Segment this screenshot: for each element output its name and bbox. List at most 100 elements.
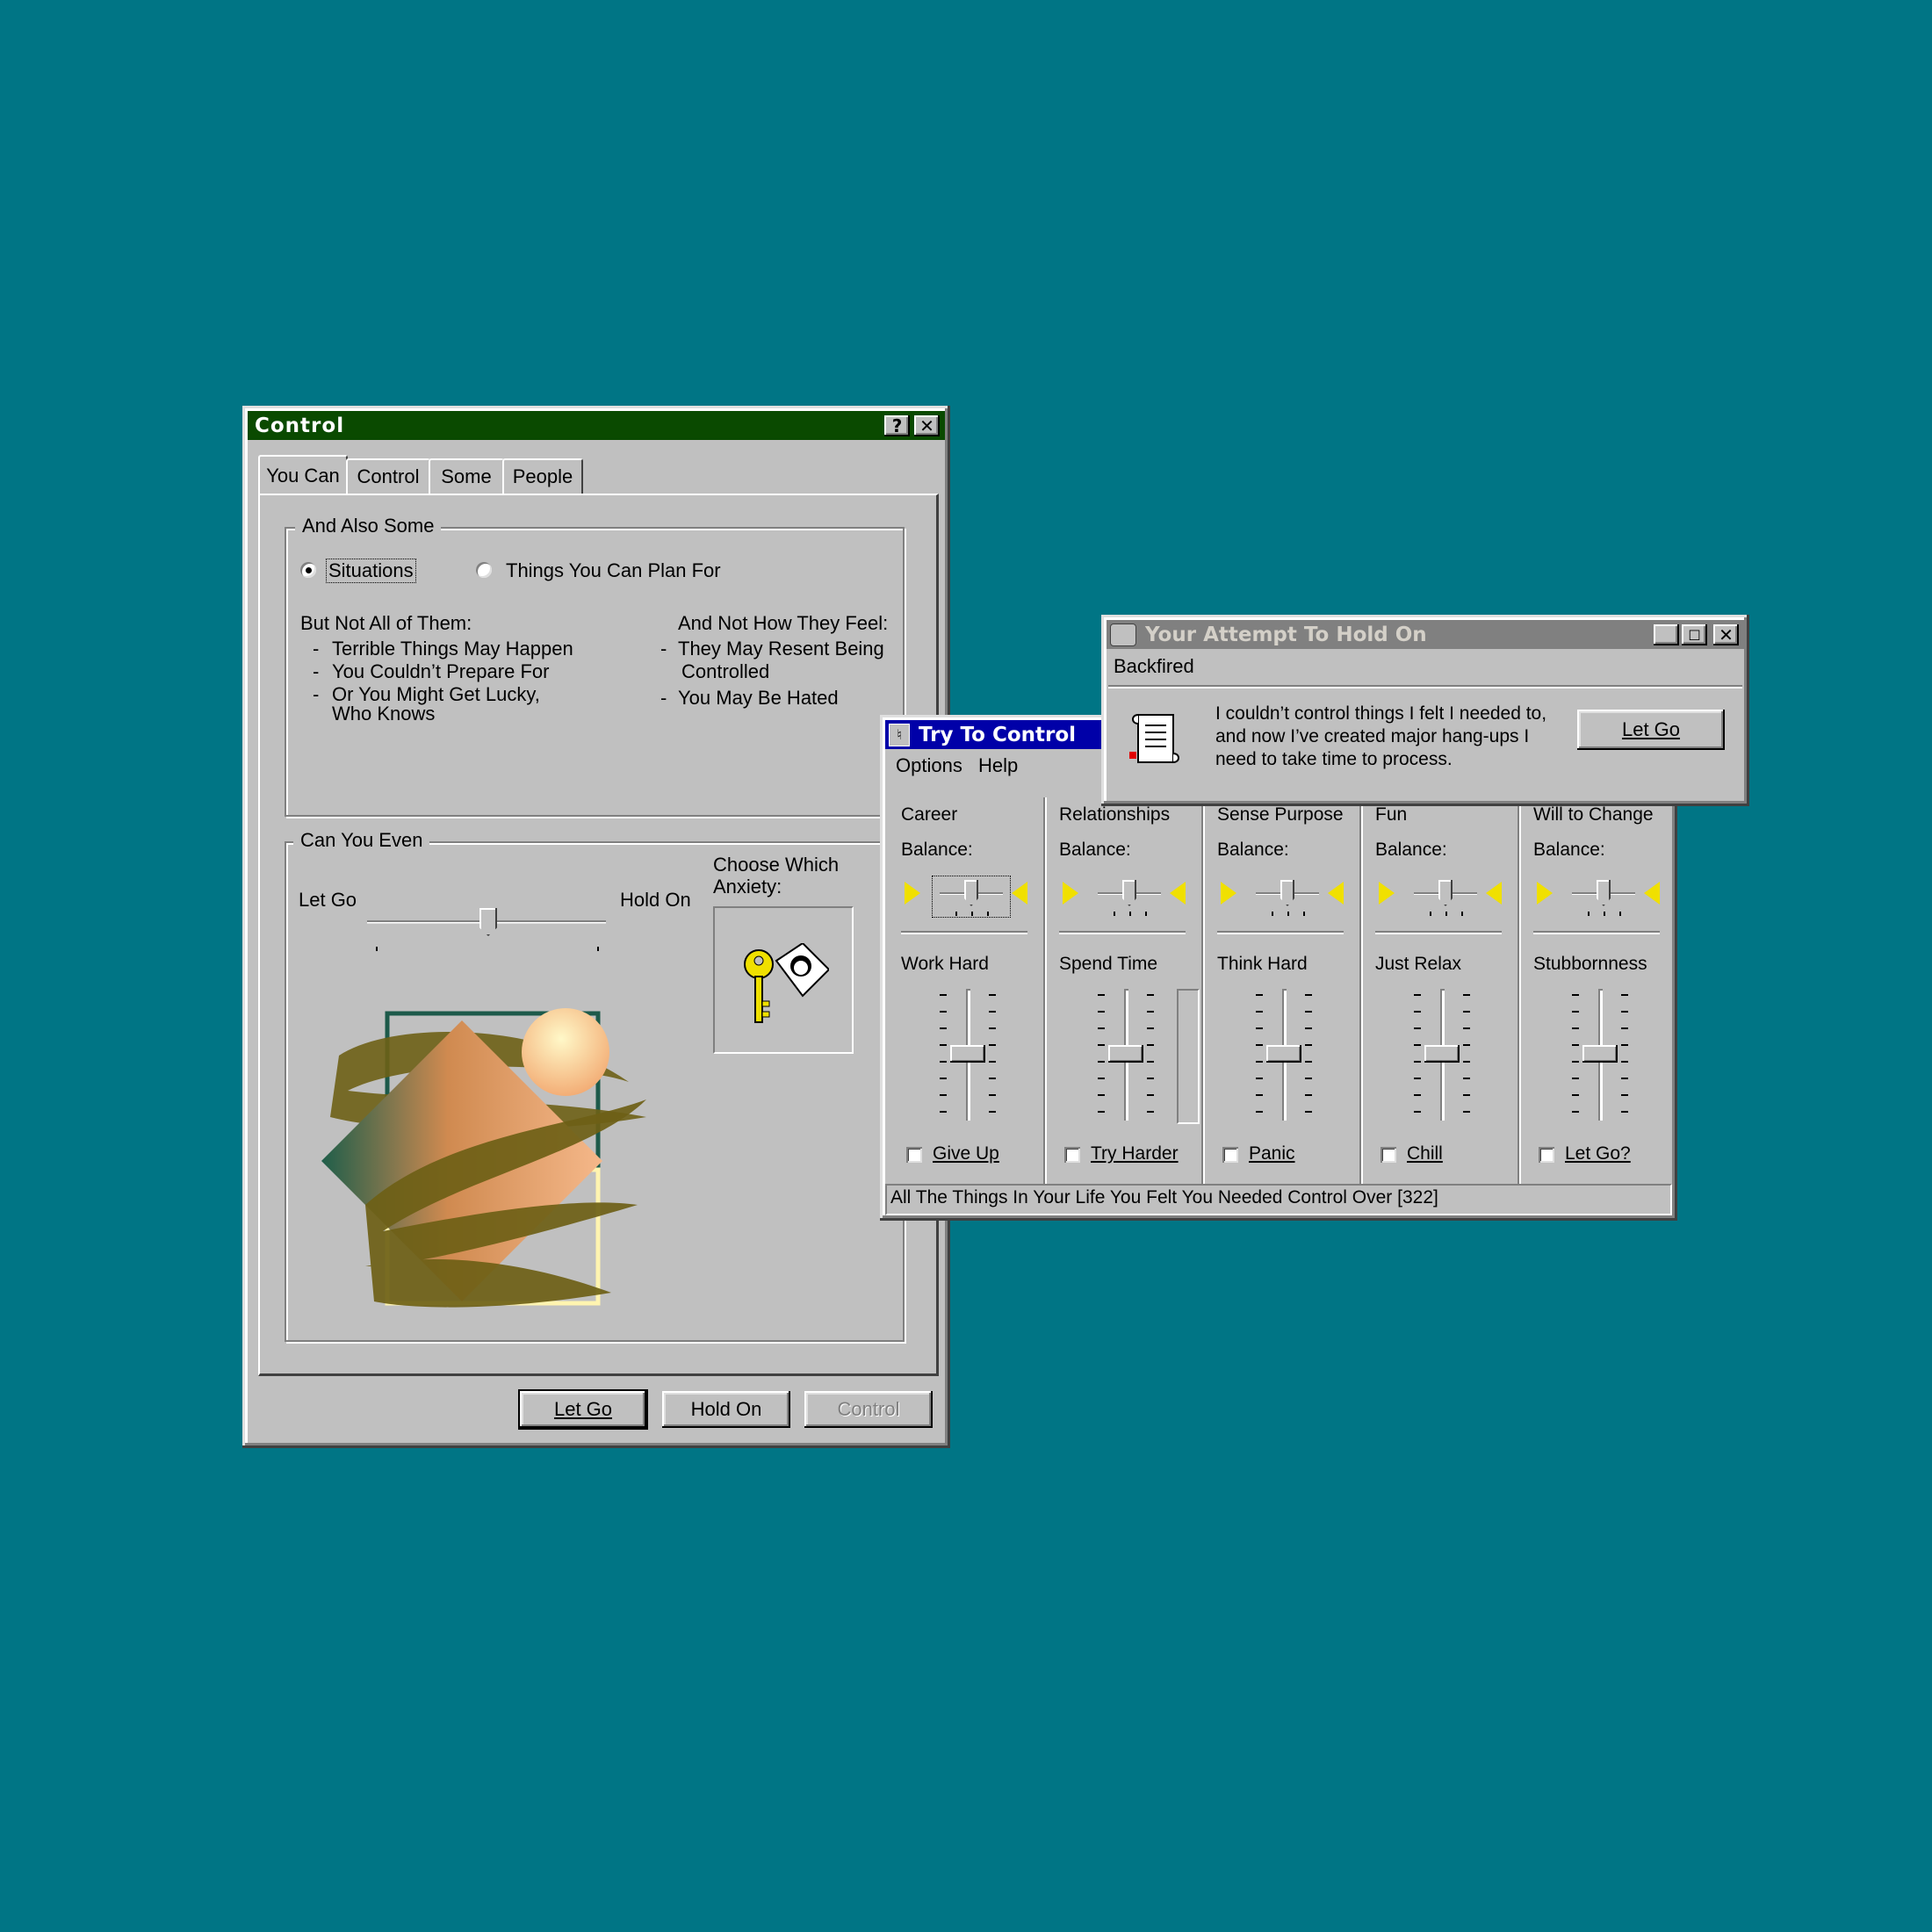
tab-some[interactable]: Some [429, 458, 504, 494]
radio-plan-for-label[interactable]: Things You Can Plan For [506, 559, 721, 582]
maximize-button[interactable]: ☐ [1682, 624, 1707, 645]
volume-tick [1147, 994, 1154, 996]
volume-tick [1572, 1061, 1579, 1063]
balance-slider[interactable] [1407, 876, 1484, 917]
volume-tick [1463, 994, 1470, 996]
radio-plan-for[interactable] [476, 562, 492, 578]
balance-thumb[interactable] [1597, 880, 1611, 906]
tab-control[interactable]: Control [346, 458, 430, 494]
group2-legend: Can You Even [293, 829, 430, 852]
volume-thumb[interactable] [1266, 1045, 1301, 1063]
balance-slider[interactable] [932, 876, 1011, 918]
speaker-right-icon [1170, 882, 1186, 905]
column-checkbox[interactable] [1064, 1147, 1080, 1163]
volume-slider[interactable] [1084, 989, 1200, 1124]
volume-tick [1621, 1027, 1628, 1029]
volume-tick [1621, 1078, 1628, 1079]
help-button[interactable]: ? [884, 415, 910, 436]
volume-tick [1305, 1061, 1312, 1063]
checkbox-label[interactable]: Try Harder [1091, 1143, 1179, 1164]
dialog-titlebar[interactable]: Your Attempt To Hold On _ ☐ ✕ [1107, 620, 1744, 649]
menu-backfired[interactable]: Backfired [1114, 655, 1194, 678]
balance-thumb[interactable] [1280, 880, 1294, 906]
speaker-left-icon [1379, 882, 1395, 905]
volume-tick [1256, 1011, 1263, 1013]
volume-tick [989, 1011, 996, 1013]
column-title: Fun [1375, 804, 1408, 825]
checkbox-label[interactable]: Let Go? [1565, 1143, 1631, 1164]
volume-tick [1414, 1094, 1421, 1096]
volume-tick [1463, 1094, 1470, 1096]
column-checkbox[interactable] [1381, 1147, 1396, 1163]
checkbox-label[interactable]: Give Up [933, 1143, 999, 1164]
radio-situations-label[interactable]: Situations [326, 559, 416, 583]
key-person-icon [744, 943, 829, 1023]
volume-tick [1147, 1044, 1154, 1046]
balance-thumb[interactable] [964, 880, 978, 906]
dialog-title: Your Attempt To Hold On [1145, 623, 1427, 646]
balance-slider[interactable] [1091, 876, 1168, 917]
anxiety-picker[interactable] [713, 906, 854, 1054]
tab-people[interactable]: People [502, 458, 583, 494]
column-checkbox[interactable] [906, 1147, 922, 1163]
scroll-document-icon [1129, 714, 1179, 763]
volume-slider[interactable] [1400, 989, 1484, 1121]
balance-slider[interactable] [1565, 876, 1642, 917]
dialog-message-2: and now I’ve created major hang-ups I [1215, 726, 1530, 746]
control-button[interactable]: Control [804, 1391, 933, 1428]
dialog-let-go-button[interactable]: Let Go [1577, 710, 1725, 750]
column-checkbox[interactable] [1539, 1147, 1554, 1163]
volume-thumb[interactable] [1108, 1045, 1143, 1063]
dialog-message-3: need to take time to process. [1215, 749, 1453, 769]
let-go-button[interactable]: Let Go [518, 1389, 648, 1430]
right-heading: And Not How They Feel: [678, 612, 889, 634]
minimize-button[interactable]: _ [1654, 624, 1679, 645]
volume-tick [1621, 1044, 1628, 1046]
column-checkbox[interactable] [1222, 1147, 1238, 1163]
radio-situations[interactable] [300, 562, 316, 578]
speaker-right-icon [1012, 882, 1027, 905]
volume-tick [1256, 1111, 1263, 1113]
menu-options[interactable]: Options [896, 754, 962, 777]
tab-you-can[interactable]: You Can [258, 455, 348, 495]
volume-tick [1305, 1094, 1312, 1096]
control-titlebar[interactable]: Control ? ✕ [248, 411, 945, 440]
volume-tick [1147, 1011, 1154, 1013]
checkbox-label[interactable]: Panic [1249, 1143, 1295, 1164]
menu-help[interactable]: Help [978, 754, 1018, 777]
column-title: Career [901, 804, 958, 825]
volume-tick [1098, 1078, 1105, 1079]
volume-slider[interactable] [1242, 989, 1326, 1121]
volume-tick [1305, 994, 1312, 996]
volume-tick [1572, 1027, 1579, 1029]
dialog-close-button[interactable]: ✕ [1713, 624, 1739, 645]
volume-slider[interactable] [1558, 989, 1642, 1121]
mixer-columns: Career Balance: Work Hard Give Up Relati… [885, 785, 1672, 1201]
checkbox-label[interactable]: Chill [1407, 1143, 1443, 1164]
mixer-column: Career Balance: Work Hard Give Up [885, 785, 1043, 1171]
volume-label: Spend Time [1059, 954, 1158, 974]
dialog-app-icon [1110, 623, 1136, 646]
volume-tick [1098, 994, 1105, 996]
slider-right-label: Hold On [620, 889, 691, 911]
left-item-dash: - [313, 638, 320, 660]
slider-tick [597, 947, 599, 951]
right-item-dash: - [660, 638, 667, 660]
volume-thumb[interactable] [1582, 1045, 1618, 1063]
close-button[interactable]: ✕ [914, 415, 940, 436]
volume-label: Think Hard [1217, 954, 1308, 974]
column-hsep [901, 931, 1027, 933]
hold-on-button[interactable]: Hold On [662, 1391, 790, 1428]
volume-tick [1256, 994, 1263, 996]
balance-thumb[interactable] [1122, 880, 1136, 906]
balance-thumb[interactable] [1438, 880, 1453, 906]
balance-slider[interactable] [1249, 876, 1326, 917]
column-title: Will to Change [1533, 804, 1654, 825]
volume-tick [1621, 1094, 1628, 1096]
volume-thumb[interactable] [950, 1045, 985, 1063]
volume-slider[interactable] [926, 989, 1010, 1121]
volume-thumb[interactable] [1424, 1045, 1460, 1063]
volume-tick [1256, 1044, 1263, 1046]
volume-tick [989, 1111, 996, 1113]
volume-tick [1463, 1111, 1470, 1113]
